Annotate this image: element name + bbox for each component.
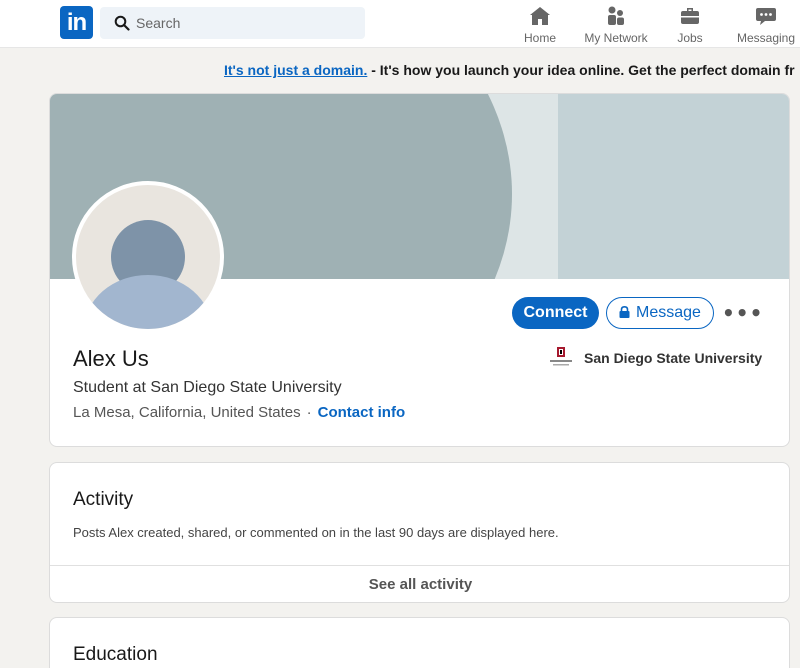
nav-my-network[interactable]: My Network (580, 4, 652, 45)
contact-info-link[interactable]: Contact info (318, 404, 406, 421)
chat-icon (756, 8, 776, 25)
see-all-activity-button[interactable]: See all activity (50, 566, 789, 602)
education-title: Education (73, 644, 158, 665)
ad-text: - It's how you launch your idea online. … (367, 62, 795, 78)
nav-my-network-label: My Network (584, 31, 648, 45)
ad-banner[interactable]: It's not just a domain. - It's how you l… (224, 62, 795, 78)
activity-card: Activity Posts Alex created, shared, or … (49, 462, 790, 603)
profile-headline: Student at San Diego State University (73, 379, 342, 396)
briefcase-icon (681, 8, 699, 24)
search-icon (114, 15, 130, 31)
education-card: Education (49, 617, 790, 668)
nav-jobs[interactable]: Jobs (672, 4, 708, 45)
more-options-button[interactable]: ••• (722, 297, 762, 329)
avatar-body (84, 275, 212, 329)
nav-messaging-label: Messaging (736, 31, 796, 45)
network-icon (608, 6, 624, 25)
nav-home[interactable]: Home (520, 4, 560, 45)
search-input[interactable] (136, 7, 356, 39)
separator-dot: · (306, 404, 312, 421)
profile-card: Connect Message ••• Alex Us Student at S… (49, 93, 790, 447)
connect-button[interactable]: Connect (512, 297, 599, 329)
lock-icon (619, 306, 630, 318)
school-name: San Diego State University (584, 350, 763, 366)
profile-location: La Mesa, California, United States (73, 404, 301, 421)
activity-title: Activity (73, 489, 134, 510)
search-box[interactable] (100, 7, 365, 39)
ad-link[interactable]: It's not just a domain. (224, 62, 367, 78)
nav-messaging[interactable]: Messaging (736, 4, 796, 45)
avatar[interactable] (72, 181, 224, 333)
university-logo-icon (546, 346, 576, 370)
location-row: La Mesa, California, United States · Conta… (73, 404, 405, 421)
nav-home-label: Home (523, 31, 556, 45)
activity-description: Posts Alex created, shared, or commented… (73, 525, 559, 540)
message-button-label: Message (636, 304, 701, 321)
profile-name: Alex Us (73, 346, 149, 371)
top-nav: in Home My Network Jobs (0, 0, 800, 48)
message-button[interactable]: Message (606, 297, 714, 329)
nav-jobs-label: Jobs (677, 31, 703, 45)
linkedin-logo[interactable]: in (60, 6, 93, 39)
home-icon (530, 7, 550, 25)
